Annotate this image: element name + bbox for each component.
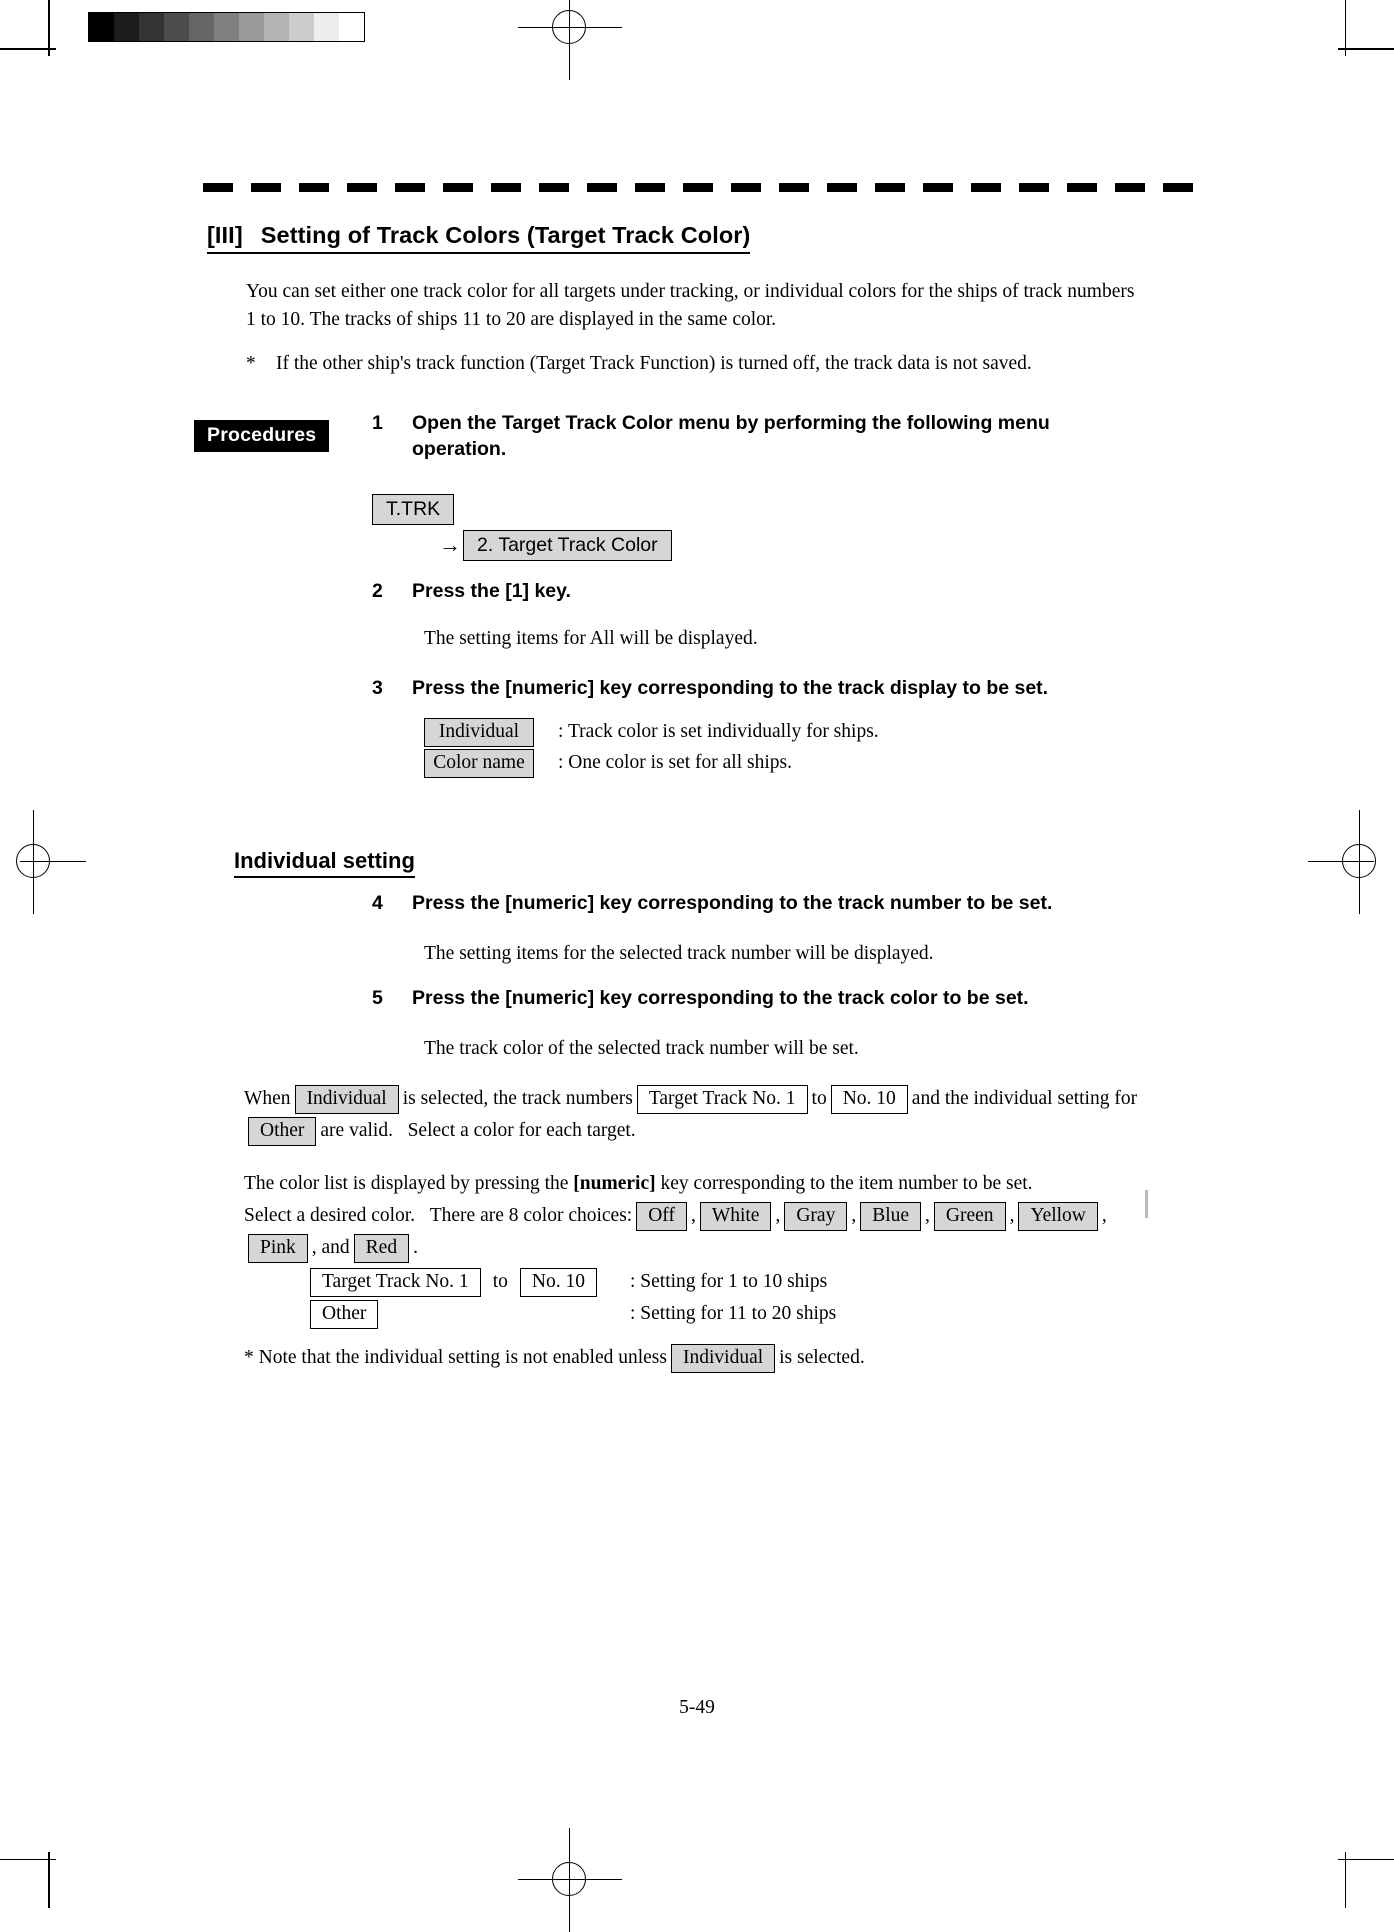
color-separator: , [925,1205,930,1226]
range-separator: to [492,1271,508,1292]
color-separator: , [775,1205,781,1226]
color-connector-and: , and [311,1237,350,1258]
step-5-result: The track color of the selected track nu… [424,1038,859,1059]
key-color-name[interactable]: Color name [424,749,534,778]
key-color-red[interactable]: Red [353,1234,410,1263]
step-number: 2 [372,580,383,602]
choice-row: Individual : Track color is set individu… [424,718,879,747]
note-marker: * [246,353,256,374]
step-number: 4 [372,892,383,914]
procedure-step-5: 5 Press the [numeric] key corresponding … [372,985,1112,1011]
procedure-step-4: 4 Press the [numeric] key corresponding … [372,890,1112,916]
range-description: : Setting for 11 to 20 ships [630,1303,837,1324]
page-number: 5-49 [679,1697,715,1718]
key-individual[interactable]: Individual [670,1344,776,1373]
key-other[interactable]: Other [248,1117,317,1146]
when-part-1: When [244,1088,291,1109]
table-row: Target Track No. 1 to No. 10 : Setting for… [310,1268,836,1297]
track-display-choice-list: Individual : Track color is set individu… [424,718,879,780]
range-keys-cell: Other [310,1300,630,1329]
arrow-right-icon: → [439,532,461,557]
when-part-3: to [811,1088,827,1109]
key-color-off[interactable]: Off [636,1202,687,1231]
when-individual-paragraph: When Individual is selected, the track num… [244,1083,1164,1147]
chapter-title-text: Setting of Track Colors (Target Track Co… [260,222,751,248]
color-list-part-3: Select a desired color. [244,1205,416,1226]
key-color-yellow[interactable]: Yellow [1018,1202,1098,1231]
menu-path-row-second: → 2. Target Track Color [439,530,672,561]
key-target-track-no-1[interactable]: Target Track No. 1 [310,1268,481,1297]
dashed-divider-rule [203,183,1203,192]
choice-key-cell: Color name [424,749,548,778]
key-color-green[interactable]: Green [933,1202,1006,1231]
when-part-5: are valid. [320,1120,393,1141]
step-number: 3 [372,677,383,699]
key-target-track-no-1[interactable]: Target Track No. 1 [636,1085,808,1114]
step-text: Press the [1] key. [412,580,571,602]
procedures-badge: Procedures [194,420,330,452]
key-individual[interactable]: Individual [294,1085,399,1114]
bottom-note-part-2: is selected. [779,1347,865,1368]
color-separator: , [851,1205,857,1226]
color-list-paragraph: The color list is displayed by pressing … [244,1168,1144,1264]
choice-row: Color name : One color is set for all sh… [424,749,879,778]
step-text: Open the Target Track Color menu by perf… [412,412,1050,460]
color-separator: , [690,1205,696,1226]
step-text: Press the [numeric] key corresponding to… [412,987,1029,1009]
step-text: Press the [numeric] key corresponding to… [412,892,1053,914]
when-part-6: Select a color for each target. [407,1120,636,1141]
range-description: : Setting for 1 to 10 ships [630,1271,828,1292]
note-text: If the other ship's track function (Targ… [276,353,1032,374]
step-number: 5 [372,987,383,1009]
choice-key-cell: Individual [424,718,548,747]
page-title: [III] Setting of Track Colors (Target Tra… [207,222,751,254]
color-list-terminator: . [413,1237,418,1258]
step-2-result: The setting items for All will be displa… [424,628,758,649]
track-range-table: Target Track No. 1 to No. 10 : Setting for… [310,1268,836,1332]
intro-paragraph: You can set either one track color for a… [246,281,1135,330]
key-color-blue[interactable]: Blue [860,1202,922,1231]
key-no-10[interactable]: No. 10 [519,1268,597,1297]
procedure-step-2: 2 Press the [1] key. [372,578,1062,604]
key-individual[interactable]: Individual [424,718,534,747]
menu-key-ttrk[interactable]: T.TRK [372,494,455,525]
step-4-result: The setting items for the selected track… [424,943,934,964]
procedure-step-3: 3 Press the [numeric] key corresponding … [372,675,1112,701]
key-color-gray[interactable]: Gray [784,1202,848,1231]
choice-description: : One color is set for all ships. [558,752,792,773]
table-row: Other : Setting for 11 to 20 ships [310,1300,836,1329]
when-part-4: and the individual setting for [911,1088,1138,1109]
bottom-note: * Note that the individual setting is no… [244,1342,1144,1374]
color-list-part-2: key corresponding to the item number to … [660,1173,1033,1194]
manual-page: [III] Setting of Track Colors (Target Tra… [0,0,1394,1908]
when-part-2: is selected, the track numbers [402,1088,633,1109]
step-text: Press the [numeric] key corresponding to… [412,677,1049,699]
numeric-key-emphasis: [numeric] [573,1173,656,1194]
menu-path-row-first: T.TRK [372,494,672,525]
key-other[interactable]: Other [310,1300,379,1329]
procedure-step-1: 1 Open the Target Track Color menu by pe… [372,410,1062,462]
section-heading-individual-setting: Individual setting [234,848,415,878]
bottom-note-part-1: * Note that the individual setting is no… [244,1347,667,1368]
menu-path-diagram: T.TRK → 2. Target Track Color [372,494,672,561]
color-list-part-4: There are 8 color choices: [429,1205,633,1226]
step-number: 1 [372,412,383,434]
key-color-pink[interactable]: Pink [248,1234,308,1263]
color-separator: , [1009,1205,1015,1226]
choice-description: : Track color is set individually for sh… [558,721,879,742]
color-list-part-1: The color list is displayed by pressing … [244,1173,569,1194]
menu-key-target-track-color[interactable]: 2. Target Track Color [463,530,672,561]
color-separator: , [1101,1205,1107,1226]
intro-note: * If the other ship's track function (Tar… [246,350,1136,378]
key-color-white[interactable]: White [699,1202,772,1231]
revision-change-bar [1145,1190,1148,1218]
key-no-10[interactable]: No. 10 [830,1085,908,1114]
chapter-number: [III] [207,222,243,248]
range-keys-cell: Target Track No. 1 to No. 10 [310,1268,630,1297]
